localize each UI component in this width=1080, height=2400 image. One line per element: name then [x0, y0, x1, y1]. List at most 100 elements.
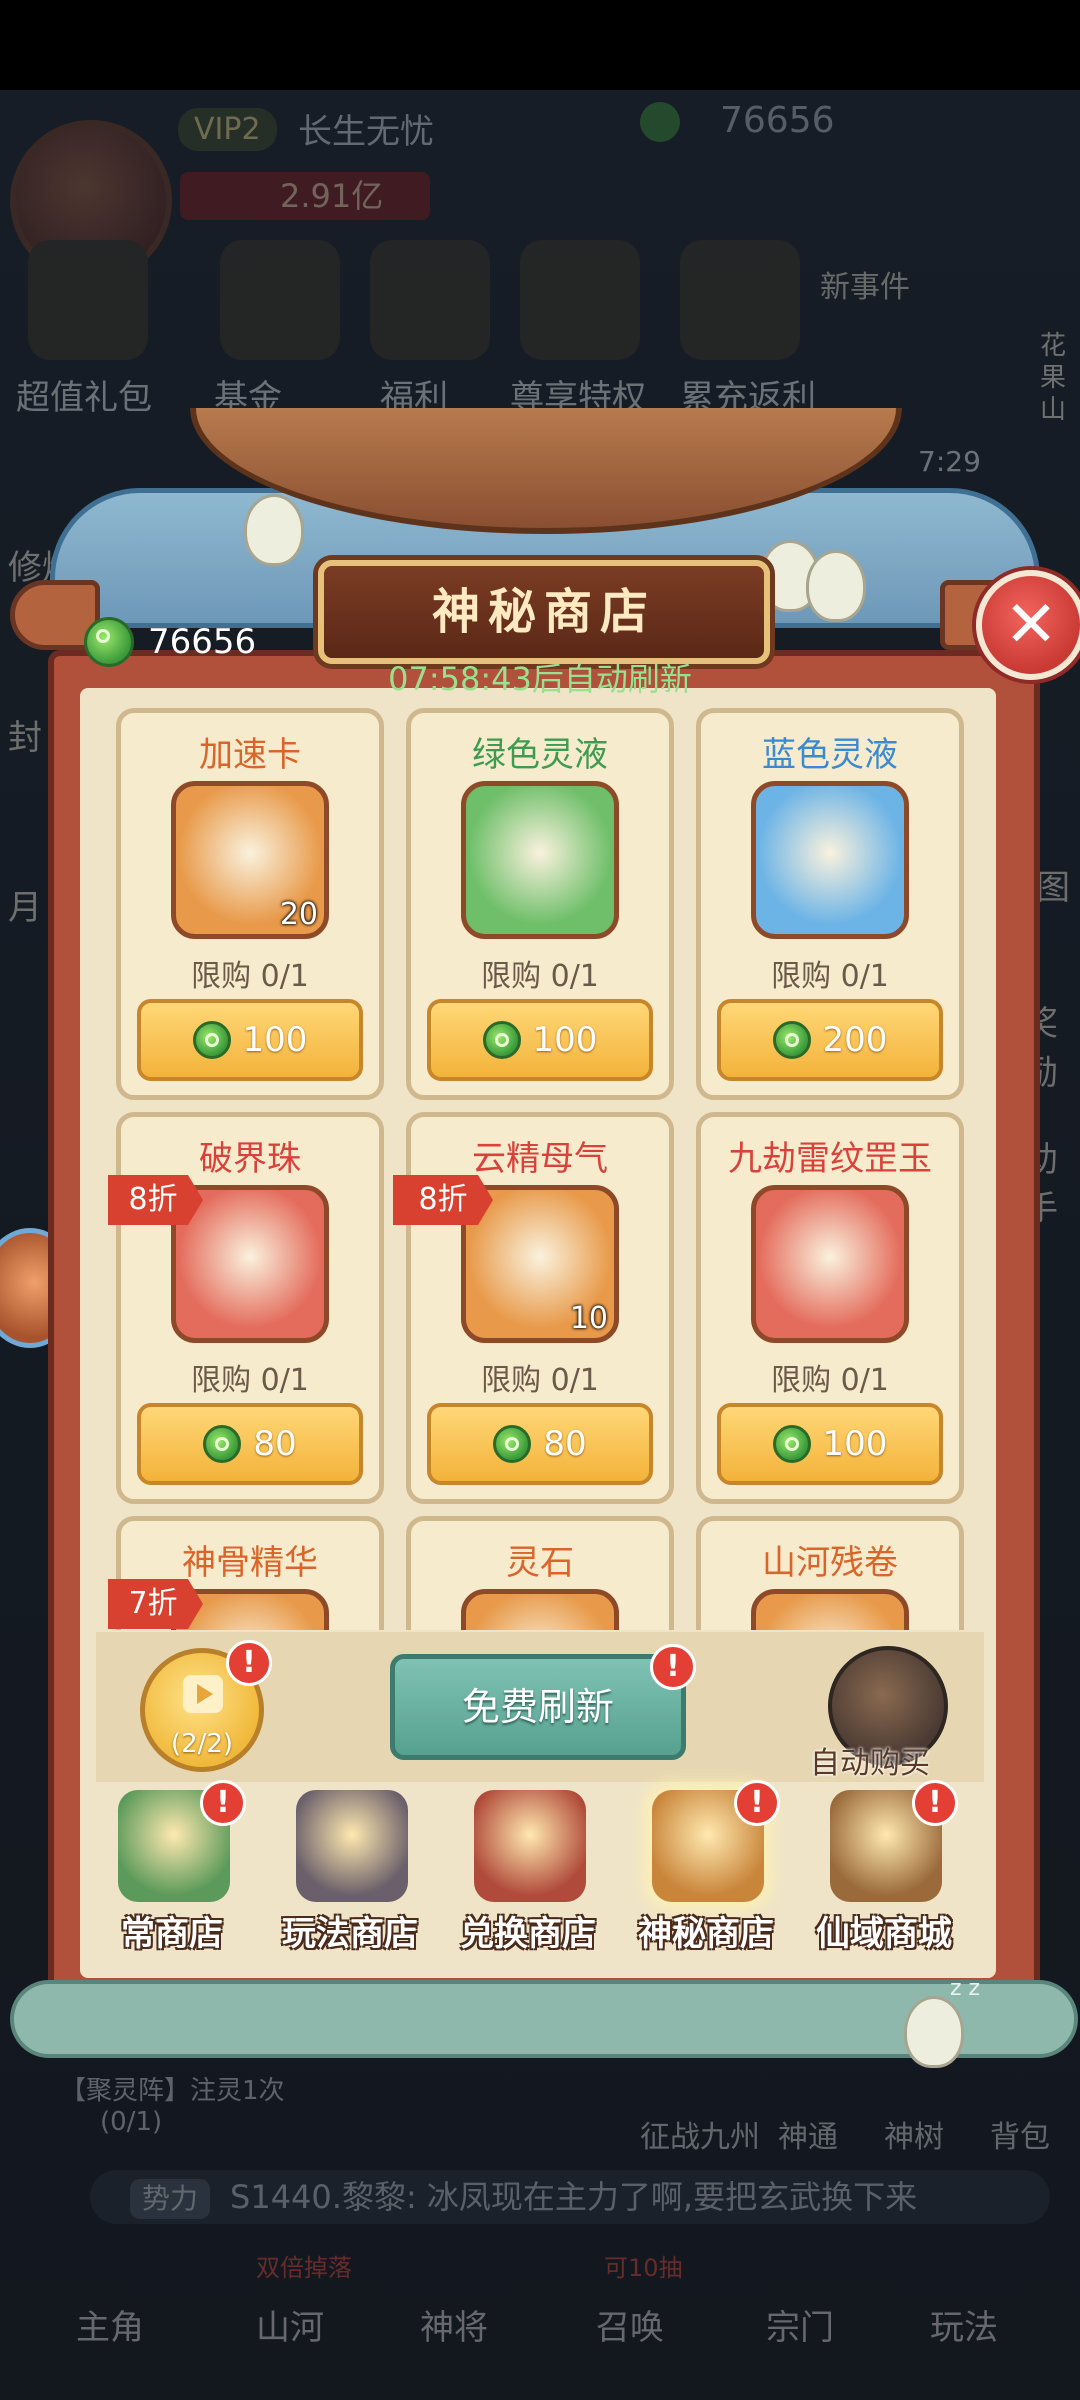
recharge-icon [680, 240, 800, 360]
task-text: 【聚灵阵】注灵1次 [60, 2076, 285, 2106]
side-location: 花果山 [1040, 331, 1067, 425]
jade-icon [640, 102, 680, 142]
discount-tag: 8折 [393, 1175, 493, 1225]
auto-buy-label[interactable]: 自动购买 [810, 1738, 930, 1782]
shop-item-card[interactable]: 破界珠 8折限购 0/1 80 [108, 1112, 384, 1504]
item-name: 九劫雷纹罡玉 [728, 1139, 932, 1179]
new-event-label: 新事件 [820, 270, 910, 305]
status-bar [0, 0, 1080, 90]
tab-label: 仙域商城 [816, 1914, 952, 1954]
tab-label: 玩法商店 [282, 1914, 418, 1954]
item-price: 100 [242, 1020, 308, 1060]
close-button[interactable]: ✕ [976, 570, 1080, 680]
shop-item-card[interactable]: 神骨精华 7折 [108, 1516, 384, 1630]
purchase-limit: 限购 0/1 [771, 1363, 889, 1398]
tag-ten-draw: 可10抽 [604, 2254, 683, 2282]
chat-channel: 势力 [130, 2179, 211, 2219]
shop-item-card[interactable]: 云精母气 10 8折限购 0/1 80 [393, 1112, 674, 1504]
nav-tree: 神树 [884, 2120, 944, 2155]
buy-button[interactable]: 80 [427, 1403, 653, 1485]
event-time: 7:29 [918, 445, 981, 478]
purchase-limit: 限购 0/1 [481, 1363, 599, 1398]
jade-icon [482, 1021, 521, 1059]
free-refresh-button[interactable]: 免费刷新 [390, 1654, 686, 1760]
green-vase-icon [461, 781, 619, 939]
buy-button[interactable]: 100 [717, 1403, 943, 1485]
shop-tab[interactable]: 常商店! [82, 1780, 262, 1972]
item-price: 80 [253, 1424, 297, 1464]
chat-text: S1440.黎黎: 冰凤现在主力了啊,要把玄武换下来 [230, 2178, 918, 2216]
vip-badge: VIP2 [178, 108, 277, 151]
privilege-icon [520, 240, 640, 360]
shop-tab[interactable]: 兑换商店 [438, 1782, 618, 1972]
shop-item-card[interactable]: 蓝色灵液限购 0/1 200 [696, 708, 964, 1100]
play-icon [183, 1675, 223, 1713]
side-map: 图 [1036, 868, 1070, 908]
shop-item-card[interactable]: 灵石 [406, 1516, 674, 1630]
bottom-hero: 主角 [76, 2308, 144, 2348]
refresh-timer: 07:58:43后自动刷新 [388, 660, 692, 698]
fund-icon [220, 240, 340, 360]
shop-tab[interactable]: 神秘商店! [616, 1780, 796, 1972]
alert-badge: ! [226, 1640, 272, 1686]
shop-item-card[interactable]: 九劫雷纹罡玉限购 0/1 100 [696, 1112, 964, 1504]
close-icon: ✕ [1004, 588, 1058, 662]
gift-pack-icon [28, 240, 148, 360]
bottom-play: 玩法 [930, 2308, 998, 2348]
shop-item-card[interactable]: 加速卡 20 限购 0/1 100 [116, 708, 384, 1100]
bg-currency-value: 76656 [720, 100, 835, 141]
bottom-summon: 召唤 [596, 2308, 664, 2348]
item-price: 100 [532, 1020, 598, 1060]
radish-sprite [244, 494, 304, 566]
shop-title-sign: 神秘商店 [318, 560, 770, 664]
card-icon: 20 [171, 781, 329, 939]
jade-icon [493, 1425, 532, 1463]
item-grid[interactable]: 加速卡 20 限购 0/1 100 绿色灵液 限购 0/1 100 蓝色灵液限购 0/1 200… [108, 700, 968, 1630]
bottom-sect: 宗门 [766, 2308, 834, 2348]
alert-badge: ! [200, 1780, 246, 1826]
purchase-limit: 限购 0/1 [771, 959, 889, 994]
crystal-icon [461, 1589, 619, 1630]
shop-tab[interactable]: 仙域商城! [794, 1780, 974, 1972]
task-progress: (0/1) [100, 2107, 163, 2137]
shop-tabs: 常商店! 玩法商店 兑换商店 神秘商店! 仙域商城! [96, 1780, 984, 1972]
shop-item-card[interactable]: 山河残卷 [696, 1516, 964, 1630]
shop-item-card[interactable]: 绿色灵液 限购 0/1 100 [406, 708, 674, 1100]
tag-double-drop: 双倍掉落 [256, 2254, 352, 2282]
buy-button[interactable]: 100 [427, 999, 653, 1081]
item-price: 100 [822, 1424, 888, 1464]
item-name: 云精母气 [472, 1139, 608, 1179]
radish-sprite [806, 550, 866, 622]
purchase-limit: 限购 0/1 [191, 1363, 309, 1398]
item-count: 20 [279, 897, 318, 932]
bg-item-gift: 超值礼包 [16, 378, 152, 418]
discount-tag: 7折 [108, 1579, 203, 1629]
item-name: 山河残卷 [762, 1543, 898, 1583]
welfare-icon [370, 240, 490, 360]
item-name: 破界珠 [199, 1139, 301, 1179]
bottom-land: 山河 [256, 2308, 324, 2348]
side-seal: 封 [8, 718, 42, 758]
player-name: 长生无忧 [298, 112, 434, 152]
tab-label: 常商店 [121, 1914, 223, 1954]
tab-label: 神秘商店 [638, 1914, 774, 1954]
nav-battle: 征战九州 [640, 2120, 760, 2155]
jade-icon [192, 1021, 231, 1059]
jade-icon [203, 1425, 242, 1463]
chat-bar: 势力 S1440.黎黎: 冰凤现在主力了啊,要把玄武换下来 [90, 2170, 1050, 2224]
discount-tag: 8折 [108, 1175, 203, 1225]
item-count: 10 [569, 1301, 608, 1336]
video-refresh-count: (2/2) [170, 1729, 234, 1759]
nav-skills: 神通 [778, 2120, 838, 2155]
buy-button[interactable]: 100 [137, 999, 363, 1081]
side-month: 月 [8, 888, 42, 928]
shop-title: 神秘商店 [431, 584, 656, 640]
task-line: 【聚灵阵】注灵1次 (0/1) [60, 2070, 285, 2137]
shop-tab[interactable]: 玩法商店 [260, 1782, 440, 1972]
item-price: 200 [822, 1020, 888, 1060]
item-price: 80 [543, 1424, 587, 1464]
item-name: 蓝色灵液 [762, 735, 898, 775]
buy-button[interactable]: 80 [137, 1403, 363, 1485]
buy-button[interactable]: 200 [717, 999, 943, 1081]
alert-badge: ! [912, 1780, 958, 1826]
